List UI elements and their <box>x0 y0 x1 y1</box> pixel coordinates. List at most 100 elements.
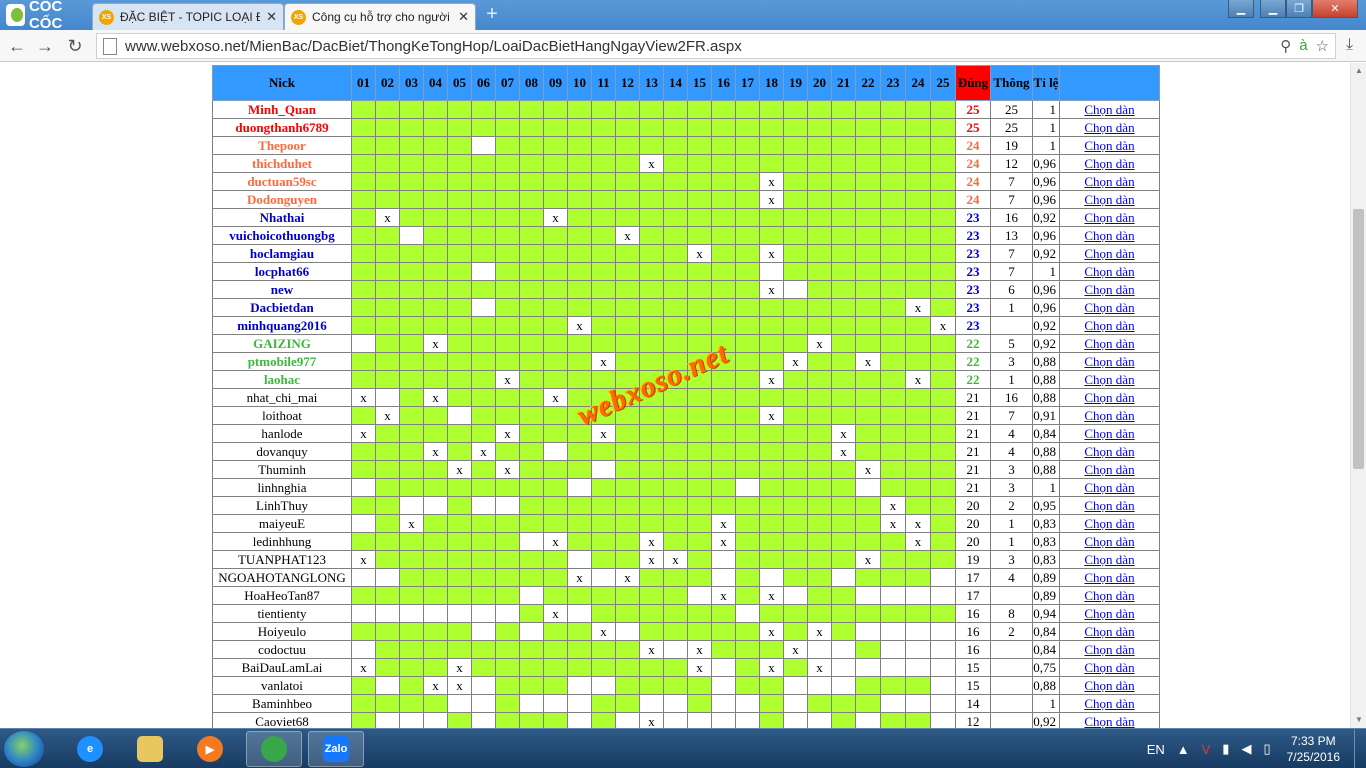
taskbar-coccoc[interactable] <box>246 731 302 767</box>
chon-dan-link[interactable]: Chọn dàn <box>1059 532 1160 551</box>
hit-cell <box>687 532 712 551</box>
tab-topic[interactable]: XS ĐẶC BIỆT - TOPIC LOẠI ĐẶ ✕ <box>92 3 284 30</box>
bookmark-star-icon[interactable]: ☆ <box>1316 37 1329 55</box>
tab-cong-cu[interactable]: XS Công cụ hỗ trợ cho người ✕ <box>284 3 476 30</box>
chon-dan-link[interactable]: Chọn dàn <box>1059 604 1160 623</box>
chon-dan-link[interactable]: Chọn dàn <box>1059 514 1160 533</box>
hit-cell <box>783 226 808 245</box>
chon-dan-link[interactable]: Chọn dàn <box>1059 586 1160 605</box>
miss-cell: x <box>639 532 664 551</box>
hit-cell <box>687 370 712 389</box>
hit-cell <box>351 298 376 317</box>
language-indicator[interactable]: EN <box>1147 742 1165 757</box>
start-button[interactable] <box>4 731 44 767</box>
show-desktop-button[interactable] <box>1354 729 1366 768</box>
chon-dan-link[interactable]: Chọn dàn <box>1059 640 1160 659</box>
chon-dan-link[interactable]: Chọn dàn <box>1059 496 1160 515</box>
close-tab-icon[interactable]: ✕ <box>458 9 469 25</box>
chon-dan-link[interactable]: Chọn dàn <box>1059 424 1160 443</box>
chon-dan-link[interactable]: Chọn dàn <box>1059 442 1160 461</box>
chon-dan-link[interactable]: Chọn dàn <box>1059 712 1160 728</box>
clock[interactable]: 7:33 PM 7/25/2016 <box>1287 733 1340 765</box>
hit-cell <box>399 352 424 371</box>
table-row: ledinhhung x x x x 20 1 0,83 Chọn dàn <box>212 532 1160 551</box>
close-window-button[interactable]: ✕ <box>1312 0 1358 18</box>
header-day: 17 <box>735 65 760 101</box>
coccoc-logo[interactable]: CỐC CỐC <box>0 0 90 32</box>
hit-cell <box>930 118 956 137</box>
chon-dan-link[interactable]: Chọn dàn <box>1059 370 1160 389</box>
hit-cell <box>639 676 664 695</box>
chon-dan-link[interactable]: Chọn dàn <box>1059 352 1160 371</box>
chon-dan-link[interactable]: Chọn dàn <box>1059 694 1160 713</box>
back-icon[interactable]: ← <box>6 35 28 57</box>
taskbar-ie[interactable]: e <box>62 731 118 767</box>
dung-cell: 24 <box>955 136 991 155</box>
network-icon[interactable]: ▮ <box>1222 741 1229 757</box>
hit-cell <box>711 118 736 137</box>
chon-dan-link[interactable]: Chọn dàn <box>1059 298 1160 317</box>
chon-dan-link[interactable]: Chọn dàn <box>1059 118 1160 137</box>
hit-cell <box>615 676 640 695</box>
hit-cell <box>375 586 400 605</box>
restore-button[interactable]: ❐ <box>1286 0 1312 18</box>
miss-cell: x <box>567 568 592 587</box>
hit-cell <box>591 550 616 569</box>
account-icon[interactable]: ▁ <box>1228 0 1254 18</box>
show-hidden-icons-icon[interactable]: ▲ <box>1177 742 1190 757</box>
scroll-up-icon[interactable]: ▲ <box>1351 63 1366 79</box>
chon-dan-link[interactable]: Chọn dàn <box>1059 190 1160 209</box>
antivirus-icon[interactable]: V <box>1202 742 1211 757</box>
chon-dan-link[interactable]: Chọn dàn <box>1059 208 1160 227</box>
hit-cell <box>880 118 906 137</box>
chon-dan-link[interactable]: Chọn dàn <box>1059 676 1160 695</box>
hit-cell <box>759 496 784 515</box>
hit-cell <box>543 712 568 728</box>
taskbar-explorer[interactable] <box>122 731 178 767</box>
chon-dan-link[interactable]: Chọn dàn <box>1059 460 1160 479</box>
hit-cell <box>615 118 640 137</box>
table-row: Caoviet68 x 12 0,92 Chọn dàn <box>212 712 1160 728</box>
hit-cell <box>591 262 616 281</box>
chon-dan-link[interactable]: Chọn dàn <box>1059 244 1160 263</box>
battery-icon[interactable]: ▯ <box>1263 741 1270 757</box>
chon-dan-link[interactable]: Chọn dàn <box>1059 226 1160 245</box>
forward-icon[interactable]: → <box>34 35 56 57</box>
chon-dan-link[interactable]: Chọn dàn <box>1059 568 1160 587</box>
scroll-down-icon[interactable]: ▼ <box>1351 712 1366 728</box>
chon-dan-link[interactable]: Chọn dàn <box>1059 316 1160 335</box>
chon-dan-link[interactable]: Chọn dàn <box>1059 478 1160 497</box>
chon-dan-link[interactable]: Chọn dàn <box>1059 388 1160 407</box>
hit-cell <box>543 136 568 155</box>
hit-cell <box>495 532 520 551</box>
vertical-scrollbar[interactable]: ▲ ▼ <box>1350 63 1366 728</box>
reload-icon[interactable]: ↻ <box>64 35 86 57</box>
taskbar-media[interactable]: ▶ <box>182 731 238 767</box>
chon-dan-link[interactable]: Chọn dàn <box>1059 262 1160 281</box>
close-tab-icon[interactable]: ✕ <box>266 9 277 25</box>
new-tab-button[interactable]: + <box>482 4 502 25</box>
translate-icon[interactable]: à <box>1299 37 1307 55</box>
chon-dan-link[interactable]: Chọn dàn <box>1059 334 1160 353</box>
blank-cell <box>495 496 520 515</box>
chon-dan-link[interactable]: Chọn dàn <box>1059 136 1160 155</box>
url-field[interactable]: www.webxoso.net/MienBac/DacBiet/ThongKeT… <box>96 33 1336 59</box>
zoom-icon[interactable]: ⚲ <box>1280 37 1291 55</box>
chon-dan-link[interactable]: Chọn dàn <box>1059 172 1160 191</box>
volume-icon[interactable]: ◀ <box>1241 741 1251 757</box>
download-icon[interactable]: ⤓ <box>1346 36 1353 54</box>
chon-dan-link[interactable]: Chọn dàn <box>1059 550 1160 569</box>
chon-dan-link[interactable]: Chọn dàn <box>1059 154 1160 173</box>
minimize-button[interactable]: ▁ <box>1260 0 1286 18</box>
chon-dan-link[interactable]: Chọn dàn <box>1059 406 1160 425</box>
chon-dan-link[interactable]: Chọn dàn <box>1059 658 1160 677</box>
hit-cell <box>543 352 568 371</box>
scroll-thumb[interactable] <box>1353 209 1364 469</box>
chon-dan-link[interactable]: Chọn dàn <box>1059 100 1160 119</box>
hit-cell <box>930 208 956 227</box>
chon-dan-link[interactable]: Chọn dàn <box>1059 280 1160 299</box>
chon-dan-link[interactable]: Chọn dàn <box>1059 622 1160 641</box>
taskbar-zalo[interactable]: Zalo <box>308 731 364 767</box>
blank-cell <box>783 586 808 605</box>
hit-cell <box>447 334 472 353</box>
